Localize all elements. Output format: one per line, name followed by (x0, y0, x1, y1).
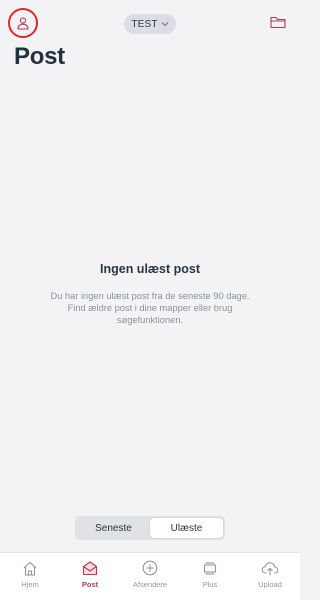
empty-state-line: Find ældre post i dine mapper eller brug (67, 303, 233, 313)
filter-option-seneste[interactable]: Seneste (77, 518, 150, 538)
account-switcher[interactable]: TEST (124, 14, 176, 34)
tab-label: Post (81, 580, 99, 589)
mail-icon (82, 560, 98, 575)
top-bar: TEST (0, 0, 300, 46)
tab-afsendere[interactable]: Afsendere (120, 553, 180, 600)
bottom-tab-bar: Hjem Post Afsendere Plus Upload (0, 552, 300, 600)
profile-button[interactable] (8, 8, 38, 38)
filter-option-ulaeste[interactable]: Ulæste (150, 518, 223, 538)
empty-state-line: Du har ingen ulæst post fra de seneste 9… (50, 291, 250, 301)
folders-button[interactable] (270, 15, 286, 29)
tab-label: Plus (202, 580, 218, 589)
page-title: Post (14, 43, 65, 70)
mail-filter-segmented-control: Seneste Ulæste (75, 516, 225, 540)
account-label: TEST (131, 18, 158, 30)
person-icon (17, 17, 29, 30)
plus-layers-icon (203, 561, 217, 575)
tab-post[interactable]: Post (60, 553, 120, 600)
home-icon (23, 561, 37, 576)
tab-label: Hjem (21, 580, 39, 589)
tab-plus[interactable]: Plus (180, 553, 240, 600)
empty-state-title: Ingen ulæst post (100, 262, 200, 276)
chevron-down-icon (161, 22, 169, 27)
tab-label: Upload (258, 580, 282, 589)
empty-state: Ingen ulæst post Du har ingen ulæst post… (20, 262, 280, 326)
tab-hjem[interactable]: Hjem (0, 553, 60, 600)
plus-circle-icon (142, 560, 158, 576)
tab-label: Afsendere (132, 580, 168, 589)
cloud-upload-icon (261, 561, 279, 576)
folder-icon (270, 16, 286, 28)
empty-state-line: søgefunktionen. (116, 315, 184, 325)
tab-upload[interactable]: Upload (240, 553, 300, 600)
empty-state-message: Du har ingen ulæst post fra de seneste 9… (20, 290, 280, 326)
